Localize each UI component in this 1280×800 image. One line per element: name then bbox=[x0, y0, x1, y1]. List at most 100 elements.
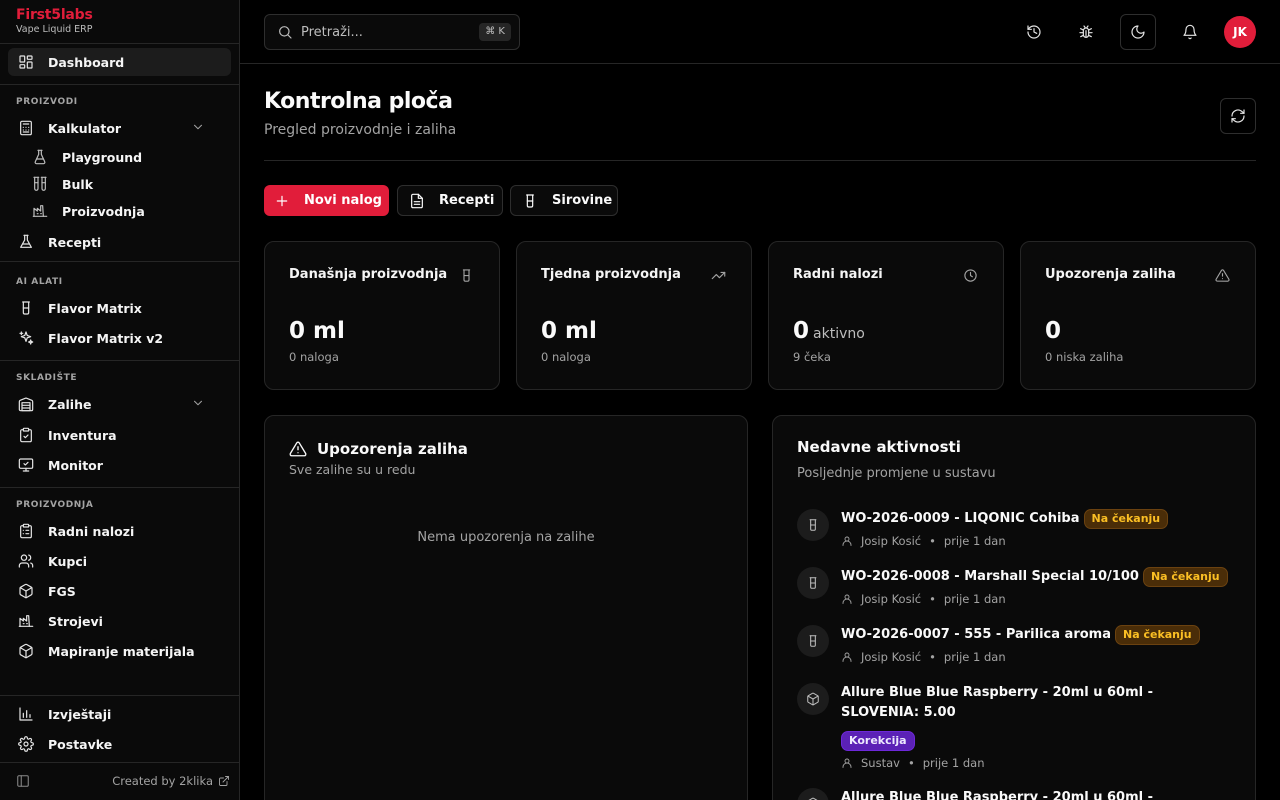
activity-time: prije 1 dan bbox=[943, 592, 1006, 606]
new-order-button[interactable]: Novi nalog bbox=[264, 185, 389, 216]
raw-materials-label: Sirovine bbox=[552, 193, 613, 208]
beaker-icon bbox=[797, 625, 829, 657]
package-icon bbox=[18, 643, 34, 659]
sidebar-item-production[interactable]: Proizvodnja bbox=[22, 197, 231, 225]
stat-footnote: 0 niska zaliha bbox=[1045, 350, 1124, 364]
stat-value-number: 0 ml bbox=[289, 318, 345, 344]
stat-footnote: 0 naloga bbox=[289, 350, 339, 364]
chevron-down-icon[interactable] bbox=[191, 120, 205, 134]
stat-label: Upozorenja zaliha bbox=[1045, 267, 1176, 282]
monitor-check-icon bbox=[18, 457, 34, 473]
created-by-link[interactable]: Created by 2klika bbox=[112, 774, 230, 788]
activity-text: WO-2026-0009 - LIQONIC Cohiba Na čekanju bbox=[841, 509, 1231, 529]
file-text-icon bbox=[409, 193, 425, 209]
calculator-icon bbox=[18, 120, 34, 136]
stat-value: 0 ml bbox=[289, 318, 345, 344]
sidebar-item-label: Flavor Matrix v2 bbox=[48, 330, 164, 346]
sidebar-item-label: Playground bbox=[62, 149, 143, 165]
section-production: PROIZVODNJA bbox=[16, 500, 94, 510]
sidebar-item-fgs[interactable]: FGS bbox=[8, 577, 231, 605]
history-button[interactable] bbox=[1016, 14, 1052, 50]
notifications-button[interactable] bbox=[1172, 14, 1208, 50]
search-input[interactable]: Pretraži... ⌘ K bbox=[264, 14, 520, 50]
recipes-button[interactable]: Recepti bbox=[397, 185, 503, 216]
sidebar-item-work-orders[interactable]: Radni nalozi bbox=[8, 517, 231, 545]
sidebar-item-playground[interactable]: Playground bbox=[22, 143, 231, 171]
sidebar-item-label: FGS bbox=[48, 583, 76, 599]
clock-icon bbox=[963, 268, 979, 284]
stat-value-number: 0 bbox=[793, 318, 810, 344]
activity-item[interactable]: WO-2026-0008 - Marshall Special 10/100 Na… bbox=[797, 567, 1237, 615]
panel-title-text: Upozorenja zaliha bbox=[317, 440, 468, 458]
activity-item[interactable]: Allure Blue Blue Raspberry - 20ml u 60ml… bbox=[797, 788, 1237, 800]
beaker-icon bbox=[18, 300, 34, 316]
activity-user: Josip Kosić bbox=[861, 650, 922, 664]
sidebar-item-settings[interactable]: Postavke bbox=[8, 730, 231, 758]
stat-card-weekly-production: Tjedna proizvodnja 0 ml 0 naloga bbox=[516, 241, 752, 390]
avatar[interactable]: JK bbox=[1224, 16, 1256, 48]
divider bbox=[264, 160, 1256, 161]
test-tubes-icon bbox=[32, 176, 48, 192]
status-badge: Na čekanju bbox=[1142, 567, 1228, 587]
stat-label: Današnja proizvodnja bbox=[289, 267, 448, 282]
sidebar-item-calculator[interactable]: Kalkulator bbox=[8, 114, 231, 142]
sidebar-item-recipes[interactable]: Recepti bbox=[8, 228, 231, 256]
activity-item[interactable]: Allure Blue Blue Raspberry - 20ml u 60ml… bbox=[797, 683, 1237, 775]
sidebar-item-label: Mapiranje materijala bbox=[48, 643, 195, 659]
flask-icon bbox=[32, 149, 48, 165]
page-subtitle: Pregled proizvodnje i zaliha bbox=[264, 122, 457, 138]
sidebar-item-flavor-matrix-v2[interactable]: Flavor Matrix v2 bbox=[8, 324, 231, 352]
panel-subtitle: Posljednje promjene u sustavu bbox=[797, 466, 996, 481]
status-badge: Na čekanju bbox=[1083, 509, 1169, 529]
sidebar-collapse-icon[interactable] bbox=[16, 774, 30, 788]
sidebar-item-label: Flavor Matrix bbox=[48, 300, 142, 316]
brand-subtitle: Vape Liquid ERP bbox=[16, 24, 93, 35]
sidebar-item-stock[interactable]: Zalihe bbox=[8, 390, 231, 418]
sidebar-item-inventory[interactable]: Inventura bbox=[8, 421, 231, 449]
chevron-down-icon[interactable] bbox=[191, 396, 205, 410]
beaker-icon bbox=[459, 268, 475, 284]
users-icon bbox=[18, 553, 34, 569]
activity-user: Josip Kosić bbox=[861, 592, 922, 606]
empty-state: Nema upozorenja na zalihe bbox=[417, 530, 595, 545]
sidebar-item-monitor[interactable]: Monitor bbox=[8, 451, 231, 479]
panel-subtitle: Sve zalihe su u redu bbox=[289, 462, 416, 477]
status-badge: Na čekanju bbox=[1115, 625, 1200, 645]
stat-value: 0 bbox=[1045, 318, 1061, 344]
stat-card-work-orders: Radni nalozi 0 aktivno 9 čeka bbox=[768, 241, 1004, 390]
sidebar-item-machines[interactable]: Strojevi bbox=[8, 607, 231, 635]
sidebar-item-material-mapping[interactable]: Mapiranje materijala bbox=[8, 637, 231, 665]
debug-button[interactable] bbox=[1068, 14, 1104, 50]
stock-alerts-panel: Upozorenja zaliha Sve zalihe su u redu N… bbox=[264, 415, 748, 800]
theme-toggle-button[interactable] bbox=[1120, 14, 1156, 50]
separator-dot: • bbox=[907, 756, 915, 770]
stat-footnote: 0 naloga bbox=[541, 350, 591, 364]
stat-card-daily-production: Današnja proizvodnja 0 ml 0 naloga bbox=[264, 241, 500, 390]
sidebar-item-flavor-matrix[interactable]: Flavor Matrix bbox=[8, 294, 231, 322]
activity-title: WO-2026-0009 - LIQONIC Cohiba bbox=[841, 511, 1080, 526]
sidebar-item-dashboard[interactable]: Dashboard bbox=[8, 48, 231, 76]
divider bbox=[0, 487, 239, 488]
user-icon bbox=[841, 757, 853, 769]
stat-value: 0 aktivno bbox=[793, 318, 865, 344]
brand[interactable]: First5labs Vape Liquid ERP bbox=[16, 6, 93, 36]
topbar: Pretraži... ⌘ K JK bbox=[240, 0, 1280, 64]
clipboard-check-icon bbox=[18, 427, 34, 443]
history-icon bbox=[1026, 24, 1042, 40]
stat-unit: aktivno bbox=[813, 326, 865, 342]
sidebar-item-customers[interactable]: Kupci bbox=[8, 547, 231, 575]
activity-item[interactable]: WO-2026-0007 - 555 - Parilica aroma Na če… bbox=[797, 625, 1237, 673]
activity-time: prije 1 dan bbox=[922, 756, 985, 770]
activity-item[interactable]: WO-2026-0009 - LIQONIC Cohiba Na čekanju … bbox=[797, 509, 1237, 557]
refresh-button[interactable] bbox=[1220, 98, 1256, 134]
sidebar-item-bulk[interactable]: Bulk bbox=[22, 170, 231, 198]
user-icon bbox=[841, 651, 853, 663]
raw-materials-button[interactable]: Sirovine bbox=[510, 185, 618, 216]
separator-dot: • bbox=[929, 592, 936, 606]
created-by-label: Created by 2klika bbox=[112, 774, 213, 788]
sidebar-item-reports[interactable]: Izvještaji bbox=[8, 700, 231, 728]
clipboard-list-icon bbox=[18, 523, 34, 539]
activity-time: prije 1 dan bbox=[943, 534, 1006, 548]
bug-icon bbox=[1078, 24, 1094, 40]
beaker-icon bbox=[797, 509, 829, 541]
